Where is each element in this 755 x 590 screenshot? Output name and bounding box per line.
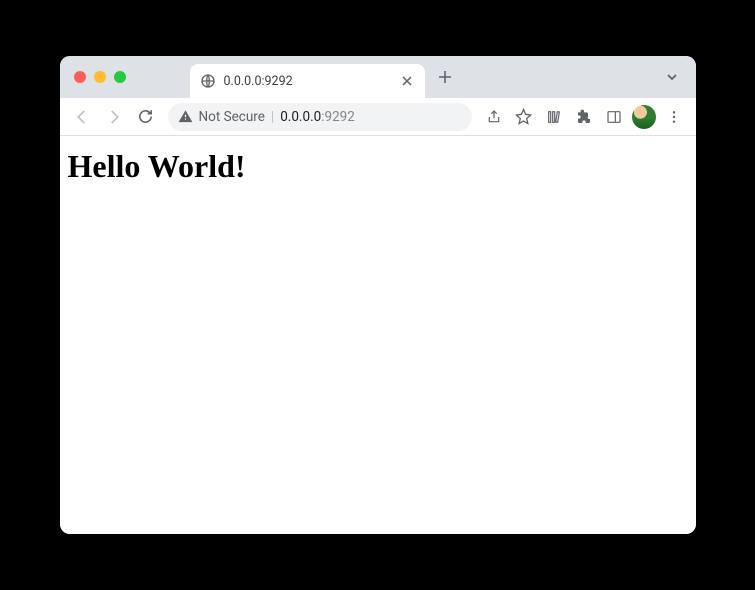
forward-button[interactable] xyxy=(100,103,128,131)
profile-avatar[interactable] xyxy=(630,103,658,131)
page-heading: Hello World! xyxy=(68,148,688,185)
new-tab-button[interactable] xyxy=(431,63,459,91)
extensions-button[interactable] xyxy=(570,103,598,131)
menu-button[interactable] xyxy=(660,103,688,131)
bookmark-button[interactable] xyxy=(510,103,538,131)
tab-bar: 0.0.0.0:9292 xyxy=(60,56,696,98)
tabbar-right xyxy=(662,67,688,87)
reload-button[interactable] xyxy=(132,103,160,131)
tab-search-button[interactable] xyxy=(662,67,682,87)
window-minimize-button[interactable] xyxy=(94,71,106,83)
not-secure-icon xyxy=(178,109,193,124)
url-host: 0.0.0.0 xyxy=(280,109,321,125)
share-button[interactable] xyxy=(480,103,508,131)
not-secure-label: Not Secure xyxy=(199,109,265,125)
window-close-button[interactable] xyxy=(74,71,86,83)
tab-close-button[interactable] xyxy=(399,73,415,89)
sidepanel-button[interactable] xyxy=(600,103,628,131)
window-maximize-button[interactable] xyxy=(114,71,126,83)
address-bar: Not Secure | 0.0.0.0:9292 xyxy=(60,98,696,136)
back-button[interactable] xyxy=(68,103,96,131)
tab-title: 0.0.0.0:9292 xyxy=(224,74,391,89)
omnibox[interactable]: Not Secure | 0.0.0.0:9292 xyxy=(168,103,472,131)
globe-icon xyxy=(200,73,216,89)
separator: | xyxy=(271,109,274,125)
library-icon[interactable] xyxy=(540,103,568,131)
page-content: Hello World! xyxy=(60,136,696,534)
url-text: 0.0.0.0:9292 xyxy=(280,109,355,125)
url-port: :9292 xyxy=(321,109,355,125)
toolbar-actions xyxy=(480,103,688,131)
browser-window: 0.0.0.0:9292 xyxy=(60,56,696,534)
avatar-image xyxy=(632,105,656,129)
window-controls xyxy=(74,71,126,83)
browser-tab[interactable]: 0.0.0.0:9292 xyxy=(190,64,425,98)
